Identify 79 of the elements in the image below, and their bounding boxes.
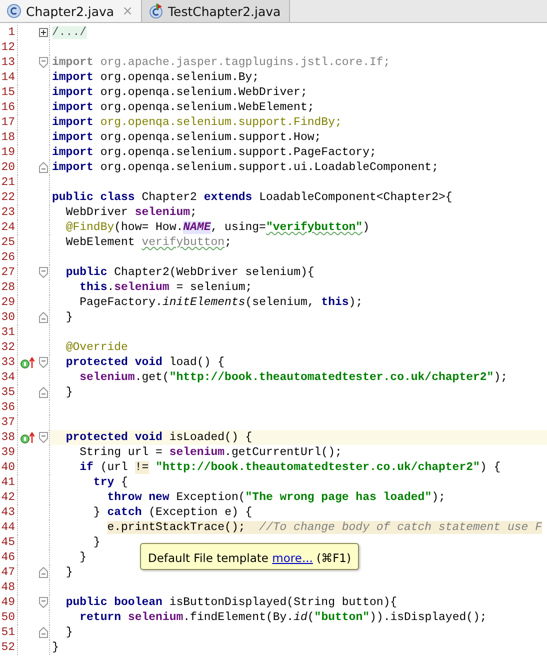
line-number: 23 — [0, 205, 18, 220]
code-line: try { — [92, 476, 128, 489]
line-number: 20 — [0, 160, 18, 175]
line-number: 35 — [0, 385, 18, 400]
line-number: 50 — [0, 610, 18, 625]
line-number: 25 — [0, 235, 18, 250]
line-number: 39 — [0, 445, 18, 460]
code-line: import org.openqa.selenium.support.How; — [52, 131, 322, 144]
line-number: 32 — [0, 340, 18, 355]
line-number: 36 — [0, 400, 18, 415]
line-number: 26 — [0, 250, 18, 265]
code-line: import org.openqa.selenium.By; — [52, 71, 260, 84]
line-number: 29 — [0, 295, 18, 310]
code-line: } — [92, 536, 100, 549]
more-link[interactable]: more... — [272, 551, 313, 565]
line-number: 34 — [0, 370, 18, 385]
code-line: } — [78, 551, 87, 564]
line-number: 44 — [0, 520, 18, 535]
code-line: @Override — [64, 341, 128, 354]
editor-tab[interactable]: TestChapter2.java — [142, 0, 290, 22]
code-line: import org.apache.jasper.tagplugins.jstl.core.If; — [52, 56, 390, 69]
line-number: 37 — [0, 415, 18, 430]
code-line: selenium.get("http://book.theautomatedtester.co.uk/chapter2"); — [78, 371, 508, 384]
code-line: this.selenium = selenium; — [78, 281, 252, 294]
code-line: throw new Exception("The wrong page has loaded"); — [106, 491, 446, 504]
line-number: 12 — [0, 40, 18, 55]
code-line: } — [64, 566, 73, 579]
code-line: } — [64, 311, 73, 324]
line-number: 22 — [0, 190, 18, 205]
code-line: import org.openqa.selenium.WebElement; — [52, 101, 314, 114]
code-line: @FindBy(how= How.NAME, using="verifybutton") — [64, 221, 370, 234]
line-number: 47 — [0, 565, 18, 580]
line-number: 46 — [0, 550, 18, 565]
code-line: protected void load() { — [64, 356, 225, 369]
line-number: 41 — [0, 475, 18, 490]
code-line: public class Chapter2 extends LoadableComponent<Chapter2>{ — [52, 191, 452, 204]
line-number: 48 — [0, 580, 18, 595]
code-line: PageFactory.initElements(selenium, this); — [78, 296, 363, 309]
line-number: 51 — [0, 625, 18, 640]
code-line: public boolean isButtonDisplayed(String button){ — [64, 596, 398, 609]
code-line: } — [52, 641, 59, 654]
tooltip-text: Default File template more... (⌘F1) — [148, 551, 351, 565]
line-number: 43 — [0, 505, 18, 520]
line-number: 24 — [0, 220, 18, 235]
line-number: 40 — [0, 460, 18, 475]
code-line: } — [64, 626, 73, 639]
code-line: protected void isLoaded() { — [64, 431, 252, 444]
line-number: 45 — [0, 535, 18, 550]
line-number: 38 — [0, 430, 18, 445]
line-number: 49 — [0, 595, 18, 610]
line-number: 15 — [0, 85, 18, 100]
code-line: WebDriver selenium; — [64, 206, 197, 219]
line-number: 27 — [0, 265, 18, 280]
editor-tab[interactable]: Chapter2.java × — [0, 0, 142, 22]
code-line: WebElement verifybutton; — [64, 236, 232, 249]
line-number: 21 — [0, 175, 18, 190]
line-number: 18 — [0, 130, 18, 145]
line-number: 42 — [0, 490, 18, 505]
code-line: import org.openqa.selenium.WebDriver; — [52, 86, 308, 99]
line-number: 33 — [0, 355, 18, 370]
code-line: } — [64, 386, 73, 399]
line-number: 1 — [0, 25, 18, 40]
code-line: String url = selenium.getCurrentUrl(); — [78, 446, 342, 459]
code-line: import org.openqa.selenium.support.ui.LoadableComponent; — [52, 161, 438, 174]
code-line: import org.openqa.selenium.support.FindBy; — [52, 116, 342, 129]
line-number: 14 — [0, 70, 18, 85]
line-number: 30 — [0, 310, 18, 325]
code-line: } catch (Exception e) { — [92, 506, 252, 519]
line-number: 19 — [0, 145, 18, 160]
code-line: return selenium.findElement(By.id("button")).isDisplayed(); — [78, 611, 487, 624]
code-line: if (url != "http://book.theautomatedtester.co.uk/chapter2") { — [78, 461, 501, 474]
line-number: 13 — [0, 55, 18, 70]
line-number: 52 — [0, 640, 18, 655]
line-number: 31 — [0, 325, 18, 340]
line-number: 28 — [0, 280, 18, 295]
code-line: public Chapter2(WebDriver selenium){ — [64, 266, 314, 279]
code-line: import org.openqa.selenium.support.PageFactory; — [52, 146, 376, 159]
line-number: 16 — [0, 100, 18, 115]
line-number: 17 — [0, 115, 18, 130]
